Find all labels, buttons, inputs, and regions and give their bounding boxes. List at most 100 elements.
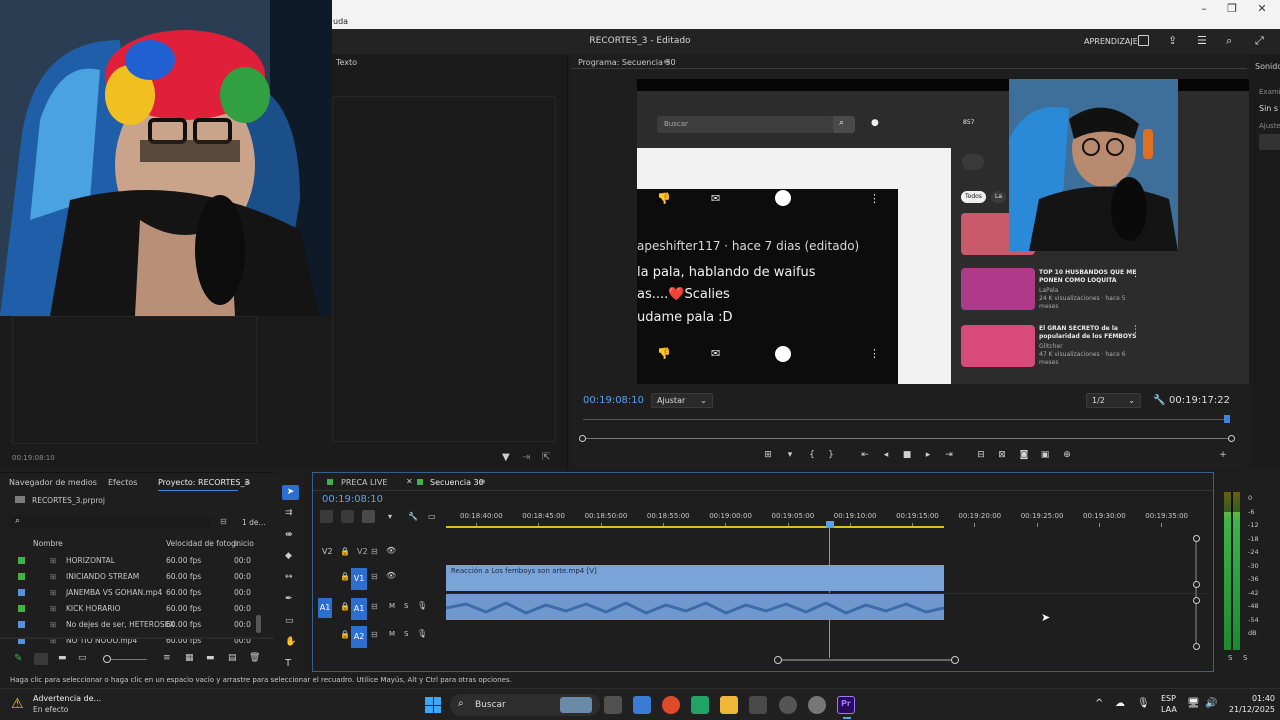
- vertical-scrollbar[interactable]: [1195, 537, 1197, 647]
- horizontal-scrollbar[interactable]: [778, 659, 956, 661]
- chrome-icon[interactable]: [662, 696, 680, 714]
- chevron-up-icon[interactable]: ^: [1095, 698, 1103, 709]
- insert-icon[interactable]: ⇥: [522, 452, 530, 463]
- media-player-icon[interactable]: [808, 696, 826, 714]
- project-item-row[interactable]: ⊞ No dejes de ser, HETEROSEX 60.00 fps 00:0: [0, 617, 274, 633]
- panel-layout-icon[interactable]: [1138, 35, 1149, 46]
- tab-preca-live[interactable]: PRECA LIVE: [341, 478, 387, 487]
- obs-icon[interactable]: [779, 696, 797, 714]
- wrench-icon[interactable]: 🔧: [1153, 395, 1165, 406]
- rectangle-tool-icon[interactable]: ▭: [285, 616, 294, 626]
- taskbar-search-input[interactable]: ⌕ Buscar: [450, 694, 600, 716]
- filter-icon[interactable]: ▼: [502, 452, 510, 463]
- playhead-timecode[interactable]: 00:19:08:10: [583, 395, 644, 406]
- file-explorer-icon[interactable]: [720, 696, 738, 714]
- scroll-handle-bottom[interactable]: [1193, 643, 1200, 650]
- sync-icon[interactable]: ⊟: [371, 547, 378, 556]
- automate-icon[interactable]: ▦: [185, 653, 194, 663]
- sync-icon[interactable]: ⊟: [371, 572, 378, 581]
- project-item-row[interactable]: ⊞ JANEMBA VS GOHAN.mp4 60.00 fps 00:0: [0, 585, 274, 601]
- hscroll-handle-left[interactable]: [774, 656, 782, 664]
- scroll-handle-mid[interactable]: [1193, 581, 1200, 588]
- solo-button[interactable]: S: [404, 602, 408, 610]
- project-item-row[interactable]: ⊞ NO TIO NOOO.mp4 60.00 fps 00:0: [0, 633, 274, 649]
- mini-ruler[interactable]: [583, 414, 1228, 420]
- meter-channel-right[interactable]: S: [1243, 654, 1247, 662]
- go-to-out-icon[interactable]: ⇥: [944, 450, 954, 460]
- column-start[interactable]: Inicio: [234, 536, 254, 552]
- razor-icon[interactable]: ◆: [285, 551, 292, 561]
- volume-icon[interactable]: 🔊: [1205, 698, 1217, 709]
- solo-button[interactable]: S: [404, 630, 408, 638]
- list-view-icon[interactable]: [34, 653, 48, 665]
- tab-effects[interactable]: Efectos: [108, 478, 137, 487]
- timeline-menu-icon[interactable]: ≡: [479, 477, 486, 486]
- track-label-a2[interactable]: A2: [351, 626, 367, 648]
- task-view-icon[interactable]: [604, 696, 622, 714]
- windows-start-icon[interactable]: [425, 697, 441, 713]
- warning-title[interactable]: Advertencia de...: [33, 694, 101, 703]
- freeform-view-icon[interactable]: ▭: [78, 653, 87, 663]
- clock-time[interactable]: 01:40: [1220, 694, 1275, 703]
- slip-tool-icon[interactable]: ↔: [285, 572, 293, 582]
- premiere-icon[interactable]: Pr: [837, 696, 855, 714]
- insert-clip-icon[interactable]: ⊟: [976, 450, 986, 460]
- zoom-slider-track[interactable]: [111, 659, 147, 660]
- tab-media-browser[interactable]: Navegador de medios: [9, 478, 97, 487]
- mark-in-icon[interactable]: {: [807, 450, 817, 460]
- lock-icon[interactable]: 🔒: [340, 602, 350, 611]
- tab-texto[interactable]: Texto: [336, 58, 357, 67]
- zoom-scroll-bar[interactable]: [583, 438, 1233, 439]
- language-top[interactable]: ESP: [1161, 694, 1176, 703]
- menu-help-fragment[interactable]: uda: [333, 17, 348, 26]
- pen-tool-icon[interactable]: ✒: [285, 594, 293, 604]
- workspace-label[interactable]: APRENDIZAJE: [1084, 37, 1138, 46]
- store-icon[interactable]: [749, 696, 767, 714]
- selection-tool-icon[interactable]: ➤: [282, 485, 299, 500]
- new-bin-icon[interactable]: ⊟: [220, 517, 227, 526]
- zoom-handle-right[interactable]: [1228, 435, 1235, 442]
- timeline-settings-icon[interactable]: 🔧: [408, 512, 418, 521]
- trash-icon[interactable]: 🗑: [249, 653, 260, 663]
- project-scrollbar[interactable]: [256, 615, 261, 633]
- minimize-button[interactable]: –: [1196, 2, 1212, 15]
- mic-icon[interactable]: 🎙: [1137, 698, 1150, 709]
- label-color-swatch[interactable]: [18, 573, 25, 580]
- label-color-swatch[interactable]: [18, 621, 25, 628]
- project-hscroll[interactable]: [0, 637, 274, 639]
- track-select-icon[interactable]: ⇉: [285, 508, 293, 518]
- resolution-dropdown[interactable]: 1/2 ⌄: [1086, 393, 1141, 408]
- eye-icon[interactable]: 👁: [386, 571, 396, 580]
- scroll-handle-audio[interactable]: [1193, 597, 1200, 604]
- cloud-icon[interactable]: ☁: [1115, 698, 1125, 709]
- sync-icon[interactable]: ⊟: [371, 602, 378, 611]
- sync-icon[interactable]: ⊟: [371, 630, 378, 639]
- mic-icon[interactable]: 🎙: [417, 601, 427, 610]
- search-icon[interactable]: ⌕: [1226, 34, 1232, 48]
- add-button-icon[interactable]: +: [1218, 450, 1228, 460]
- sound-button[interactable]: [1259, 134, 1280, 150]
- pencil-icon[interactable]: ✎: [14, 653, 22, 664]
- zoom-slider-handle[interactable]: [103, 655, 111, 663]
- track-label-v2[interactable]: V2: [322, 547, 333, 556]
- nest-toggle-icon[interactable]: [320, 510, 333, 523]
- icon-view-icon[interactable]: ▬: [58, 653, 67, 663]
- track-label-v1[interactable]: V1: [351, 568, 367, 590]
- linked-selection-icon[interactable]: [362, 510, 375, 523]
- project-item-row[interactable]: ⊞ INICIANDO STREAM 60.00 fps 00:0: [0, 569, 274, 585]
- zoom-handle-left[interactable]: [579, 435, 586, 442]
- copilot-icon[interactable]: [633, 696, 651, 714]
- panel-menu-icon[interactable]: ≡: [663, 57, 670, 66]
- timeline-timecode[interactable]: 00:19:08:10: [322, 494, 383, 505]
- warning-icon[interactable]: ⚠: [11, 696, 24, 712]
- project-item-row[interactable]: ⊞ KICK HORARIO 60.00 fps 00:0: [0, 601, 274, 617]
- label-color-swatch[interactable]: [18, 589, 25, 596]
- work-area-bar[interactable]: [446, 526, 944, 528]
- fullscreen-icon[interactable]: ⤢: [1255, 34, 1264, 48]
- marker-icon[interactable]: ▾: [785, 450, 795, 460]
- meter-channel-left[interactable]: S: [1228, 654, 1232, 662]
- playhead-handle[interactable]: [826, 521, 834, 528]
- close-button[interactable]: ✕: [1254, 2, 1270, 15]
- new-item-icon[interactable]: ▤: [228, 653, 237, 663]
- mute-button[interactable]: M: [389, 602, 395, 610]
